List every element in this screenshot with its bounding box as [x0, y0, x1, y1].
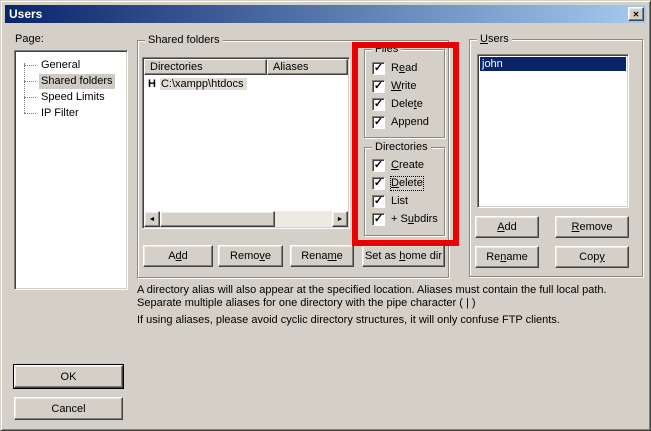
- column-header-label: Aliases: [273, 61, 308, 73]
- arrow-left-icon: ◄: [149, 216, 156, 223]
- sidebar-item-label: IP Filter: [39, 106, 81, 121]
- cyclic-warning-text: If using aliases, please avoid cyclic di…: [137, 314, 633, 327]
- sidebar-item-label: Speed Limits: [39, 90, 107, 105]
- rename-folder-button[interactable]: Rename: [290, 245, 354, 267]
- directory-path-cell: C:\xampp\htdocs: [160, 78, 247, 90]
- checkbox-write[interactable]: ✓ Write: [372, 80, 416, 93]
- checkbox-checked-icon[interactable]: ✓: [372, 177, 385, 190]
- button-label: Add: [497, 221, 517, 233]
- scrollbar-thumb[interactable]: [160, 211, 275, 227]
- remove-folder-button[interactable]: Remove: [218, 245, 283, 267]
- button-label: Set as home dir: [365, 250, 442, 262]
- page-listbox[interactable]: General Shared folders Speed Limits IP F…: [14, 50, 128, 290]
- button-label: Remove: [572, 221, 613, 233]
- rename-user-button[interactable]: Rename: [475, 246, 539, 268]
- checkbox-create[interactable]: ✓ Create: [372, 159, 424, 172]
- directories-list[interactable]: Directories Aliases H C:\xampp\htdocs ◄ …: [142, 57, 350, 229]
- sidebar-item-label: Shared folders: [39, 74, 115, 89]
- sidebar-item-speed-limits[interactable]: Speed Limits: [17, 89, 125, 105]
- close-button[interactable]: ✕: [628, 7, 644, 21]
- checkbox-checked-icon[interactable]: ✓: [372, 80, 385, 93]
- add-user-button[interactable]: Add: [475, 216, 539, 238]
- files-group-label: Files: [372, 43, 401, 55]
- checkbox-label: Create: [391, 159, 424, 172]
- sidebar-item-label: General: [39, 58, 82, 73]
- checkbox-checked-icon[interactable]: ✓: [372, 159, 385, 172]
- checkbox-label: Read: [391, 62, 417, 75]
- column-header-directories[interactable]: Directories: [144, 59, 267, 75]
- table-row[interactable]: H C:\xampp\htdocs: [145, 76, 345, 91]
- copy-user-button[interactable]: Copy: [555, 246, 629, 268]
- users-listbox[interactable]: john: [477, 54, 629, 208]
- button-label: Add: [168, 250, 188, 262]
- checkbox-checked-icon[interactable]: ✓: [372, 62, 385, 75]
- ok-button[interactable]: OK: [14, 365, 123, 388]
- tree-stub-icon: [24, 81, 36, 82]
- home-marker: H: [145, 78, 160, 90]
- shared-folders-group-label: Shared folders: [145, 34, 223, 46]
- horizontal-scrollbar[interactable]: ◄ ►: [144, 211, 348, 227]
- add-folder-button[interactable]: Add: [143, 245, 213, 267]
- checkbox-delete-directories[interactable]: ✓ Delete: [372, 177, 423, 190]
- checkbox-checked-icon[interactable]: ✓: [372, 116, 385, 129]
- titlebar[interactable]: Users ✕: [5, 5, 646, 23]
- page-label: Page:: [15, 33, 44, 46]
- list-item-user[interactable]: john: [480, 57, 626, 71]
- page-tree: General Shared folders Speed Limits IP F…: [17, 53, 125, 287]
- arrow-right-icon: ►: [337, 216, 344, 223]
- checkbox-label: List: [391, 195, 408, 208]
- scroll-right-button[interactable]: ►: [332, 211, 348, 227]
- tree-stub-icon: [24, 113, 36, 114]
- users-group-label: Users: [477, 33, 512, 45]
- checkbox-label: Append: [391, 116, 429, 129]
- users-dialog: Users ✕ Page: General Shared folders Spe…: [0, 0, 651, 431]
- checkbox-label-focused: Delete: [391, 177, 423, 190]
- checkbox-label: Delete: [391, 98, 423, 111]
- cancel-button[interactable]: Cancel: [14, 397, 123, 420]
- button-label: Cancel: [51, 403, 85, 415]
- button-label: Copy: [579, 251, 605, 263]
- button-label: Rename: [301, 250, 343, 262]
- checkbox-delete-files[interactable]: ✓ Delete: [372, 98, 423, 111]
- window-title: Users: [9, 7, 42, 21]
- directories-group-label: Directories: [372, 141, 431, 153]
- checkbox-label: + Subdirs: [391, 213, 438, 226]
- set-as-home-dir-button[interactable]: Set as home dir: [362, 245, 445, 267]
- button-label: Remove: [230, 250, 271, 262]
- sidebar-item-ip-filter[interactable]: IP Filter: [17, 105, 125, 121]
- tree-stub-icon: [24, 65, 36, 66]
- button-label: OK: [61, 371, 77, 383]
- tree-stub-icon: [24, 97, 36, 98]
- column-header-aliases[interactable]: Aliases: [267, 59, 348, 75]
- checkbox-checked-icon[interactable]: ✓: [372, 213, 385, 226]
- scroll-left-button[interactable]: ◄: [144, 211, 160, 227]
- checkbox-subdirs[interactable]: ✓ + Subdirs: [372, 213, 438, 226]
- remove-user-button[interactable]: Remove: [555, 216, 629, 238]
- checkbox-append[interactable]: ✓ Append: [372, 116, 429, 129]
- checkbox-label: Write: [391, 80, 416, 93]
- sidebar-item-general[interactable]: General: [17, 57, 125, 73]
- close-icon: ✕: [633, 10, 640, 19]
- checkbox-checked-icon[interactable]: ✓: [372, 195, 385, 208]
- checkbox-checked-icon[interactable]: ✓: [372, 98, 385, 111]
- alias-help-text: A directory alias will also appear at th…: [137, 284, 633, 310]
- checkbox-read[interactable]: ✓ Read: [372, 62, 417, 75]
- sidebar-item-shared-folders[interactable]: Shared folders: [17, 73, 125, 89]
- checkbox-list[interactable]: ✓ List: [372, 195, 408, 208]
- button-label: Rename: [486, 251, 528, 263]
- column-header-label: Directories: [150, 61, 203, 73]
